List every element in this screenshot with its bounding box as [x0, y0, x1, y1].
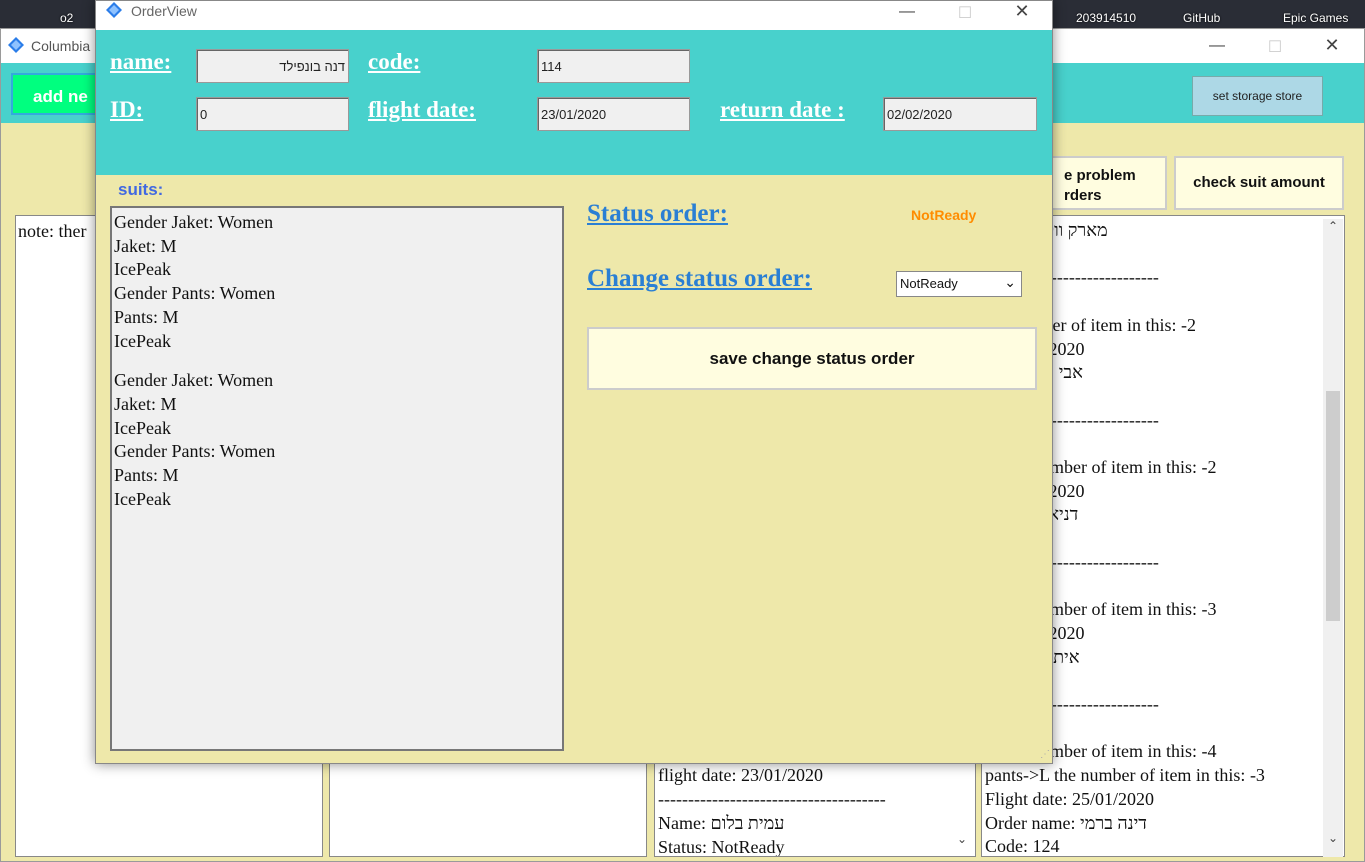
- suit-line: IcePeak: [114, 488, 171, 509]
- suit-line: Gender Pants: Women: [114, 441, 276, 462]
- return-date-label: return date :: [720, 97, 845, 122]
- close-icon[interactable]: ✕: [1309, 35, 1355, 56]
- suit-line: IcePeak: [114, 330, 171, 351]
- name-field[interactable]: [196, 49, 349, 83]
- close-icon[interactable]: ✕: [999, 1, 1045, 22]
- minimize-icon[interactable]: —: [1194, 37, 1240, 55]
- flight-date-label: flight date:: [368, 97, 476, 122]
- scrollbar[interactable]: ⌃ ⌄: [1323, 219, 1343, 857]
- scrollbar-thumb[interactable]: [1326, 391, 1340, 621]
- id-field[interactable]: [196, 97, 349, 131]
- suit-line: Gender Pants: Women: [114, 283, 276, 304]
- button-label: e problem: [1064, 167, 1136, 184]
- list-item: Code: 124: [985, 836, 1060, 857]
- desktop-icon-label[interactable]: Epic Games: [1283, 11, 1348, 25]
- title-bar[interactable]: OrderView — ☐ ✕: [96, 1, 1052, 30]
- app-icon: [8, 37, 24, 53]
- suit-line: Pants: M: [114, 306, 179, 327]
- minimize-icon[interactable]: —: [884, 3, 930, 21]
- suit-line: Jaket: M: [114, 235, 177, 256]
- scroll-down-icon[interactable]: ⌄: [957, 832, 967, 847]
- suit-line: [114, 353, 560, 369]
- order-view-window: OrderView — ☐ ✕ name: code: ID: flight d…: [95, 0, 1053, 764]
- orders-list-content: flight date: 23/01/2020 ----------------…: [658, 763, 886, 857]
- id-label: ID:: [110, 97, 144, 122]
- window-title: OrderView: [131, 3, 197, 19]
- suit-line: IcePeak: [114, 417, 171, 438]
- status-select[interactable]: NotReady ⌄: [896, 271, 1022, 297]
- status-value: NotReady: [911, 207, 977, 223]
- suit-line: Gender Jaket: Women: [114, 212, 274, 232]
- code-field[interactable]: [537, 49, 690, 83]
- code-label: code:: [368, 49, 421, 74]
- change-status-label: Change status order:: [587, 265, 812, 292]
- window-title: Columbia: [31, 38, 91, 54]
- suit-line: Gender Jaket: Women: [114, 370, 274, 391]
- resize-grip-icon[interactable]: ⋰: [1040, 749, 1050, 760]
- desktop-icon-label[interactable]: GitHub: [1183, 11, 1220, 25]
- add-button[interactable]: add ne: [11, 73, 101, 115]
- suits-label: suits:: [118, 180, 164, 199]
- scroll-up-icon[interactable]: ⌃: [1328, 219, 1338, 233]
- name-label: name:: [110, 49, 172, 74]
- status-select-value: NotReady: [900, 276, 958, 291]
- order-header: name: code: ID: flight date: return date…: [96, 30, 1052, 175]
- suits-list[interactable]: Gender Jaket: Women Jaket: M IcePeak Gender…: [110, 206, 564, 751]
- button-label: rders: [1064, 187, 1102, 204]
- problem-orders-button[interactable]: e problem rders: [1046, 156, 1167, 210]
- desktop-icon-label[interactable]: 203914510: [1076, 11, 1136, 25]
- chevron-down-icon: ⌄: [1004, 274, 1016, 290]
- desktop-icon-label[interactable]: o2: [60, 11, 73, 25]
- return-date-field[interactable]: [883, 97, 1037, 131]
- maximize-icon[interactable]: ☐: [942, 3, 988, 23]
- save-status-button[interactable]: save change status order: [587, 327, 1037, 390]
- app-icon: [106, 2, 122, 18]
- status-order-label: Status order:: [587, 200, 728, 227]
- maximize-icon[interactable]: ☐: [1252, 37, 1298, 57]
- suit-line: IcePeak: [114, 259, 171, 280]
- flight-date-field[interactable]: [537, 97, 690, 131]
- scroll-down-icon[interactable]: ⌄: [1328, 831, 1338, 845]
- list-item: Order name: דינה ברמי: [985, 812, 1147, 833]
- list-item: --------------------------------------: [658, 789, 886, 809]
- list-item: Flight date: 25/01/2020: [985, 788, 1154, 809]
- list-item: Status: NotReady: [658, 837, 785, 857]
- list-item: pants->L the number of item in this: -3: [985, 765, 1265, 786]
- suit-line: Pants: M: [114, 465, 179, 486]
- check-suit-amount-button[interactable]: check suit amount: [1174, 156, 1344, 210]
- list-item: Name: עמית בלום: [658, 813, 785, 833]
- set-storage-store-button[interactable]: set storage store: [1192, 76, 1323, 116]
- list-item: flight date: 23/01/2020: [658, 765, 823, 785]
- suit-line: Jaket: M: [114, 393, 177, 414]
